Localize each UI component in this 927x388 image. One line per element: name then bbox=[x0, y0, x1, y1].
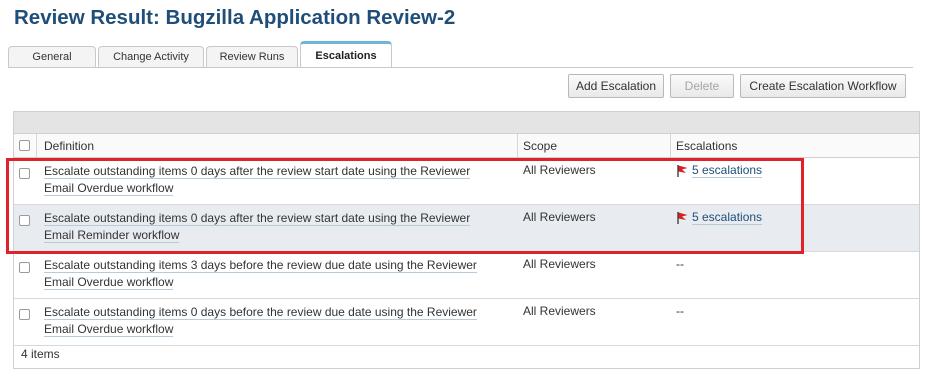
table-row[interactable]: Escalate outstanding items 3 days before… bbox=[14, 252, 919, 299]
scope-cell: All Reviewers bbox=[523, 257, 596, 271]
tab-divider bbox=[8, 67, 913, 68]
tab-general[interactable]: General bbox=[8, 46, 96, 67]
page-title: Review Result: Bugzilla Application Revi… bbox=[14, 6, 456, 29]
definition-line: Email Overdue workflow bbox=[44, 275, 174, 290]
column-header-definition[interactable]: Definition bbox=[44, 134, 94, 157]
definition-line: Email Overdue workflow bbox=[44, 322, 174, 337]
tab-review-runs[interactable]: Review Runs bbox=[206, 46, 298, 67]
delete-button[interactable]: Delete bbox=[670, 74, 734, 98]
column-divider bbox=[670, 134, 671, 157]
scope-cell: All Reviewers bbox=[523, 304, 596, 318]
definition-cell: Escalate outstanding items 3 days before… bbox=[44, 257, 514, 291]
row-checkbox[interactable] bbox=[19, 309, 30, 320]
grid-header: Definition Scope Escalations bbox=[14, 134, 919, 158]
column-divider bbox=[36, 134, 37, 157]
select-all-checkbox[interactable] bbox=[19, 140, 30, 151]
row-checkbox[interactable] bbox=[19, 262, 30, 273]
highlight-box bbox=[6, 158, 804, 254]
column-divider bbox=[517, 134, 518, 157]
tab-change-activity[interactable]: Change Activity bbox=[98, 46, 204, 67]
escalations-cell: -- bbox=[676, 304, 684, 318]
column-header-escalations[interactable]: Escalations bbox=[676, 134, 737, 157]
add-escalation-button[interactable]: Add Escalation bbox=[568, 74, 664, 98]
definition-line: Escalate outstanding items 3 days before… bbox=[44, 258, 477, 273]
item-count: 4 items bbox=[21, 347, 60, 361]
table-row[interactable]: Escalate outstanding items 0 days before… bbox=[14, 299, 919, 346]
create-escalation-workflow-button[interactable]: Create Escalation Workflow bbox=[740, 74, 906, 98]
grid-toolbar bbox=[14, 112, 919, 134]
definition-line: Escalate outstanding items 0 days before… bbox=[44, 305, 477, 320]
column-header-scope[interactable]: Scope bbox=[523, 134, 557, 157]
definition-cell: Escalate outstanding items 0 days before… bbox=[44, 304, 514, 338]
tab-escalations[interactable]: Escalations bbox=[300, 41, 392, 68]
escalations-cell: -- bbox=[676, 257, 684, 271]
